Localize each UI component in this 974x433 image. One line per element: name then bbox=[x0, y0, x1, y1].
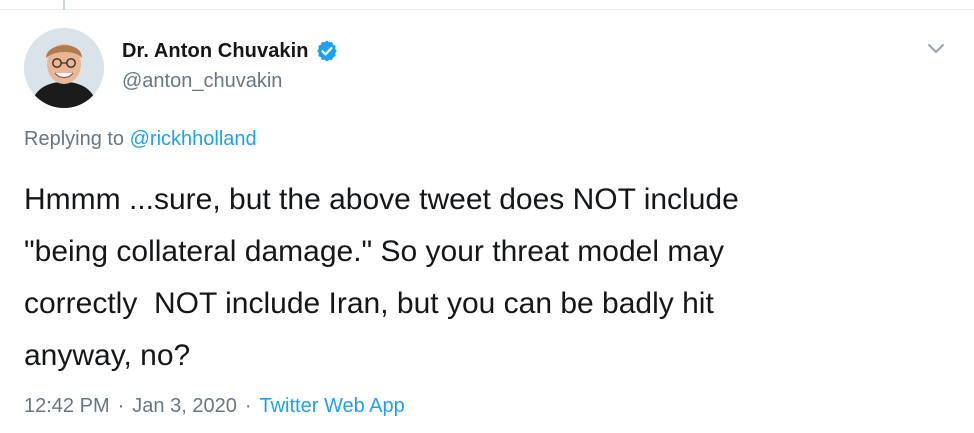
tweet-date[interactable]: Jan 3, 2020 bbox=[132, 395, 237, 418]
top-divider bbox=[0, 9, 974, 10]
name-row: Dr. Anton Chuvakin bbox=[122, 38, 339, 64]
replying-to-line: Replying to @rickhholland bbox=[24, 128, 257, 151]
tweet-time[interactable]: 12:42 PM bbox=[24, 395, 110, 418]
verified-badge-icon bbox=[316, 40, 337, 62]
display-name[interactable]: Dr. Anton Chuvakin bbox=[122, 40, 309, 63]
reply-mention-link[interactable]: @rickhholland bbox=[130, 128, 257, 150]
replying-to-label: Replying to bbox=[24, 128, 125, 150]
tweet-meta: 12:42 PM · Jan 3, 2020 · Twitter Web App bbox=[24, 395, 405, 418]
author-block: Dr. Anton Chuvakin @anton_chuvakin bbox=[122, 38, 339, 93]
meta-separator: · bbox=[244, 395, 252, 417]
tweet-source-link[interactable]: Twitter Web App bbox=[259, 395, 404, 418]
thread-connector-line bbox=[63, 0, 65, 10]
meta-separator: · bbox=[117, 395, 125, 417]
tweet-text: Hmmm ...sure, but the above tweet does N… bbox=[24, 183, 739, 372]
avatar[interactable] bbox=[24, 28, 104, 108]
avatar-photo bbox=[24, 28, 104, 108]
handle[interactable]: @anton_chuvakin bbox=[122, 70, 339, 93]
chevron-down-icon[interactable] bbox=[924, 36, 948, 60]
